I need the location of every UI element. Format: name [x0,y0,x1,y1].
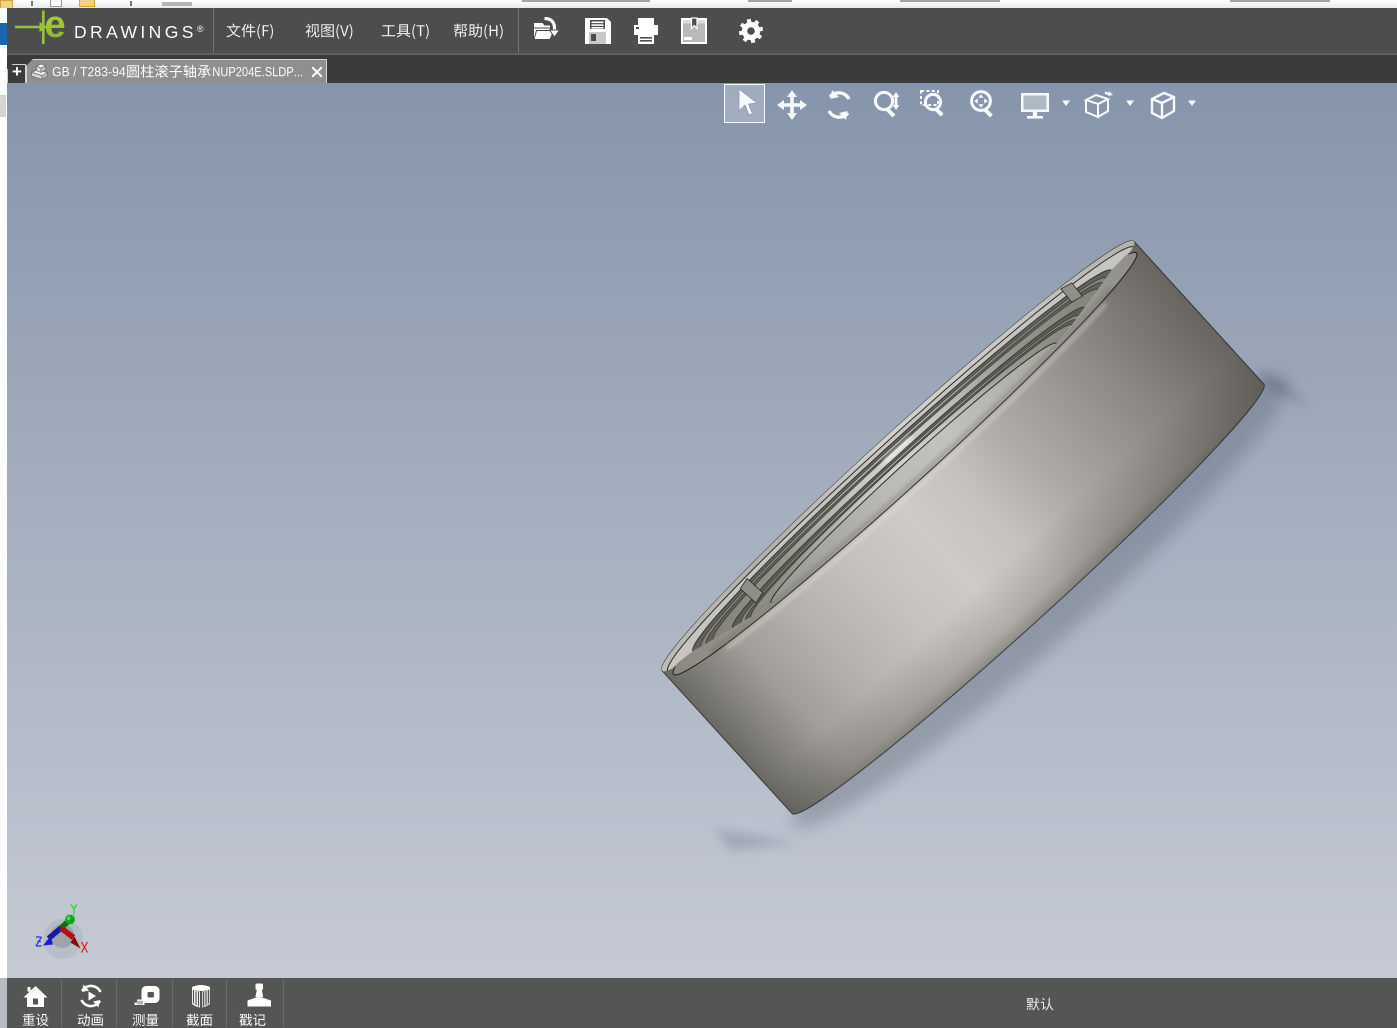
svg-text:e: e [45,8,66,46]
